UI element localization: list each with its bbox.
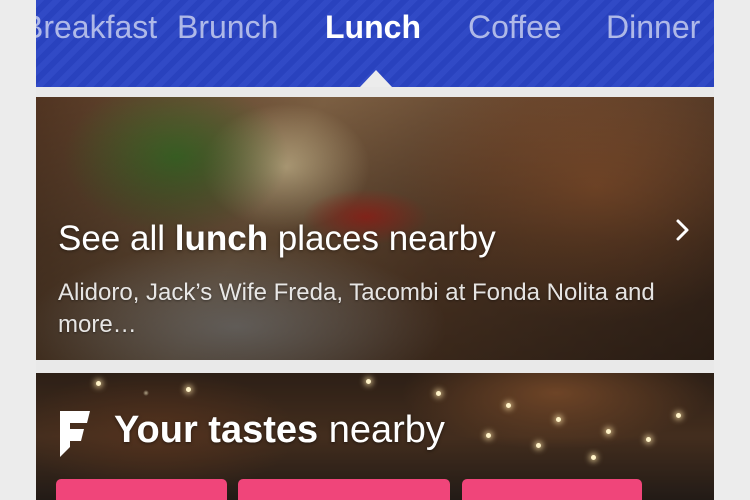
- right-margin: [714, 0, 750, 500]
- taste-pill-3[interactable]: [462, 479, 642, 500]
- tab-breakfast[interactable]: Breakfast: [36, 6, 157, 48]
- taste-pill-2[interactable]: [238, 479, 450, 500]
- tab-dinner[interactable]: Dinner: [606, 6, 700, 48]
- chevron-right-icon[interactable]: [672, 217, 694, 243]
- left-margin: [0, 0, 36, 500]
- meal-tabs: Breakfast Brunch Lunch Coffee Dinner: [36, 0, 714, 87]
- hero-title: See all lunch places nearby: [58, 219, 496, 258]
- tab-coffee[interactable]: Coffee: [468, 6, 562, 48]
- foursquare-logo-icon: [60, 411, 90, 457]
- hero-subtitle: Alidoro, Jack’s Wife Freda, Tacombi at F…: [58, 279, 655, 338]
- tab-brunch[interactable]: Brunch: [177, 6, 278, 48]
- active-tab-indicator: [360, 70, 392, 87]
- taste-pill-1[interactable]: [56, 479, 227, 500]
- tastes-card[interactable]: Your tastes nearby: [36, 373, 714, 500]
- tab-lunch[interactable]: Lunch: [325, 6, 421, 48]
- tastes-title: Your tastes nearby: [114, 409, 445, 451]
- lunch-places-card[interactable]: See all lunch places nearby Alidoro, Jac…: [36, 97, 714, 360]
